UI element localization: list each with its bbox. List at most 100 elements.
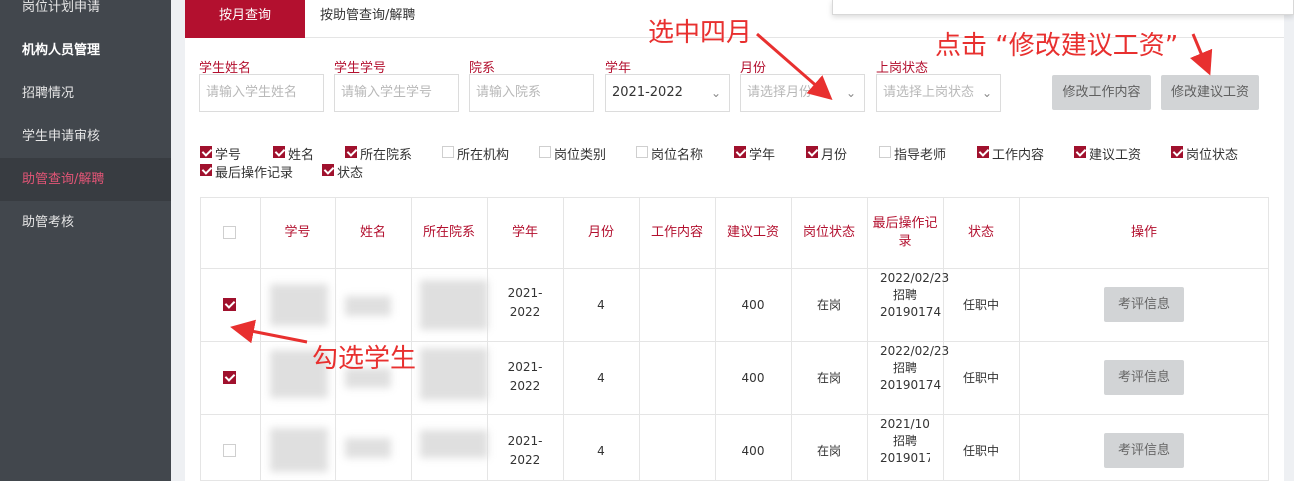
toggle-checkbox[interactable] — [273, 146, 285, 158]
cell-last-record: 2021/10/09 招聘 20190174 — [880, 417, 930, 465]
cell-year: 2021-2022 — [507, 434, 543, 467]
select-all-checkbox[interactable] — [223, 226, 236, 239]
toggle-label: 最后操作记录 — [215, 166, 294, 181]
evaluation-button[interactable]: 考评信息 — [1104, 433, 1184, 468]
toggle-checkbox[interactable] — [1171, 146, 1183, 158]
dropdown-popup-edge — [832, 0, 1294, 15]
cell-status: 任职中 — [962, 370, 999, 385]
school-year-value: 2021-2022 — [612, 85, 683, 100]
header-month: 月份 — [587, 224, 614, 240]
chevron-down-icon: ⌄ — [845, 86, 856, 100]
toggle-checkbox[interactable] — [345, 146, 357, 158]
toggle-label: 岗位状态 — [1186, 148, 1239, 163]
row-checkbox[interactable] — [223, 444, 236, 457]
sidebar-item-post-plan[interactable]: 岗位计划申请 — [0, 0, 171, 29]
student-name-input[interactable]: 请输入学生姓名 — [199, 74, 324, 112]
toggle-label: 指导老师 — [894, 148, 947, 163]
cell-year: 2021-2022 — [507, 286, 543, 319]
header-department: 所在院系 — [422, 224, 475, 240]
cell-post-status: 在岗 — [816, 443, 841, 458]
header-salary: 建议工资 — [726, 224, 779, 240]
toggle-label: 姓名 — [288, 148, 315, 163]
sidebar-item-assistant-query[interactable]: 助管查询/解聘 — [0, 158, 171, 201]
student-id-input[interactable]: 请输入学生学号 — [334, 74, 459, 112]
toggle-checkbox[interactable] — [806, 146, 818, 158]
sidebar-item-review[interactable]: 学生申请审核 — [0, 115, 171, 158]
toggle-checkbox[interactable] — [200, 164, 212, 176]
cell-month: 4 — [597, 297, 605, 312]
row-checkbox[interactable] — [223, 298, 236, 311]
row-checkbox[interactable] — [223, 371, 236, 384]
toggle-checkbox[interactable] — [200, 146, 212, 158]
edit-content-button[interactable]: 修改工作内容 — [1052, 75, 1151, 110]
cell-content — [639, 295, 715, 315]
sidebar: 岗位计划申请 机构人员管理 招聘情况 学生申请审核 助管查询/解聘 助管考核 — [0, 0, 171, 481]
cell-salary: 400 — [741, 370, 765, 385]
header-actions: 操作 — [1130, 224, 1157, 240]
row-divider — [200, 414, 1269, 415]
toggle-label: 工作内容 — [992, 148, 1045, 163]
redacted-name — [345, 438, 391, 458]
header-year: 学年 — [511, 224, 538, 240]
toggle-checkbox[interactable] — [734, 146, 746, 158]
cell-content — [639, 441, 715, 461]
sidebar-item-recruit[interactable]: 招聘情况 — [0, 72, 171, 115]
toggle-label: 月份 — [821, 148, 848, 163]
header-status: 状态 — [967, 224, 994, 240]
redacted-name — [345, 296, 391, 316]
month-select[interactable]: 请选择月份 ⌄ — [740, 74, 865, 112]
annotation-select-april: 选中四月 — [648, 18, 753, 48]
header-name: 姓名 — [359, 224, 386, 240]
toggle-label: 岗位名称 — [651, 148, 704, 163]
toggle-checkbox[interactable] — [879, 146, 891, 158]
toggle-label: 岗位类别 — [554, 148, 607, 163]
annotation-check-student: 勾选学生 — [312, 344, 417, 374]
row-divider — [200, 268, 1269, 269]
cell-post-status: 在岗 — [816, 297, 841, 312]
cell-salary: 400 — [741, 297, 765, 312]
header-content: 工作内容 — [650, 224, 703, 240]
redacted-student-id — [270, 428, 328, 472]
tab-month-query[interactable]: 按月查询 — [185, 0, 305, 38]
redacted-department — [420, 280, 488, 330]
toggle-checkbox[interactable] — [322, 164, 334, 176]
toggle-checkbox[interactable] — [539, 146, 551, 158]
evaluation-button[interactable]: 考评信息 — [1104, 360, 1184, 395]
header-student-id: 学号 — [284, 224, 311, 240]
cell-status: 任职中 — [962, 443, 999, 458]
tab-assistant-query[interactable]: 按助管查询/解聘 — [320, 0, 460, 38]
cell-status: 任职中 — [962, 297, 999, 312]
cell-month: 4 — [597, 370, 605, 385]
toggle-label: 所在机构 — [457, 148, 510, 163]
toggle-checkbox[interactable] — [636, 146, 648, 158]
toggle-label: 学年 — [749, 148, 776, 163]
cell-month: 4 — [597, 443, 605, 458]
cell-year: 2021-2022 — [507, 360, 543, 393]
toggle-checkbox[interactable] — [977, 146, 989, 158]
school-year-select[interactable]: 2021-2022 ⌄ — [605, 74, 730, 112]
toggle-label: 建议工资 — [1089, 148, 1142, 163]
header-post-status: 岗位状态 — [802, 224, 855, 240]
sidebar-item-assessment[interactable]: 助管考核 — [0, 201, 171, 244]
toggle-label: 状态 — [337, 166, 364, 181]
cell-last-record: 2022/02/23 招聘 20190174 — [880, 271, 950, 319]
toggle-checkbox[interactable] — [442, 146, 454, 158]
sidebar-item-staff[interactable]: 机构人员管理 — [0, 29, 171, 72]
annotation-click-salary: 点击 “修改建议工资” — [935, 31, 1179, 61]
evaluation-button[interactable]: 考评信息 — [1104, 287, 1184, 322]
redacted-department — [420, 430, 488, 458]
header-last-record: 最后操作记录 — [872, 215, 938, 249]
cell-content — [639, 368, 715, 388]
cell-post-status: 在岗 — [816, 370, 841, 385]
toggle-label: 所在院系 — [360, 148, 413, 163]
department-input[interactable]: 请输入院系 — [469, 74, 594, 112]
status-placeholder: 请选择上岗状态 — [883, 85, 975, 100]
redacted-department — [420, 348, 488, 400]
chevron-down-icon: ⌄ — [981, 86, 992, 100]
cell-last-record: 2022/02/23 招聘 20190174 — [880, 344, 950, 392]
toggle-checkbox[interactable] — [1074, 146, 1086, 158]
toggle-label: 学号 — [215, 148, 242, 163]
redacted-student-id — [270, 284, 328, 326]
edit-salary-button[interactable]: 修改建议工资 — [1161, 75, 1259, 110]
status-select[interactable]: 请选择上岗状态 ⌄ — [876, 74, 1001, 112]
